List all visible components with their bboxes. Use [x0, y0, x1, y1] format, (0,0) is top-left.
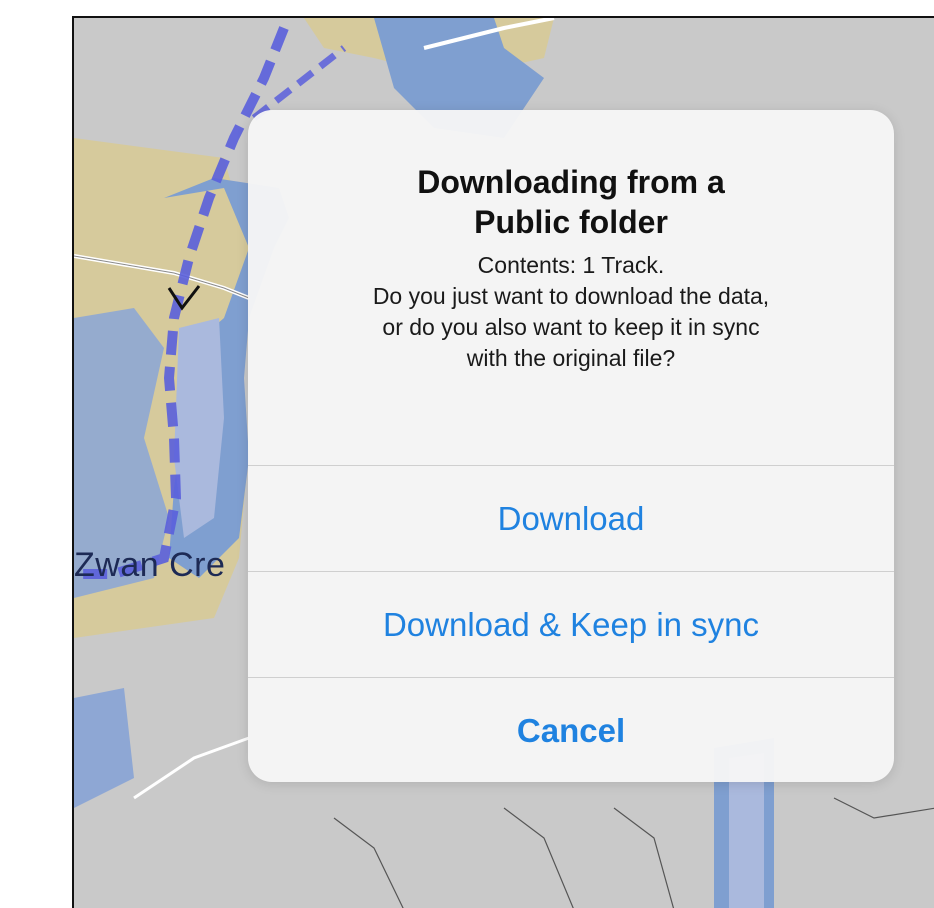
alert-title-line-2: Public folder	[474, 204, 668, 240]
alert-title: Downloading from a Public folder	[311, 162, 831, 242]
alert-message-line: Do you just want to download the data,	[372, 283, 770, 309]
download-button[interactable]: Download	[248, 465, 894, 571]
download-alert-dialog: Downloading from a Public folder Content…	[248, 110, 894, 782]
alert-title-line-1: Downloading from a	[417, 164, 725, 200]
alert-message-line: or do you also want to keep it in sync	[382, 314, 760, 340]
alert-message-line: with the original file?	[466, 345, 676, 371]
alert-header: Downloading from a Public folder Content…	[248, 110, 894, 465]
download-keep-in-sync-button[interactable]: Download & Keep in sync	[248, 571, 894, 677]
alert-message: Contents: 1 Track. Do you just want to d…	[271, 250, 871, 374]
alert-message-line: Contents: 1 Track.	[477, 252, 665, 278]
cancel-button[interactable]: Cancel	[248, 677, 894, 782]
map-place-label: Zwan Cre	[74, 546, 226, 584]
